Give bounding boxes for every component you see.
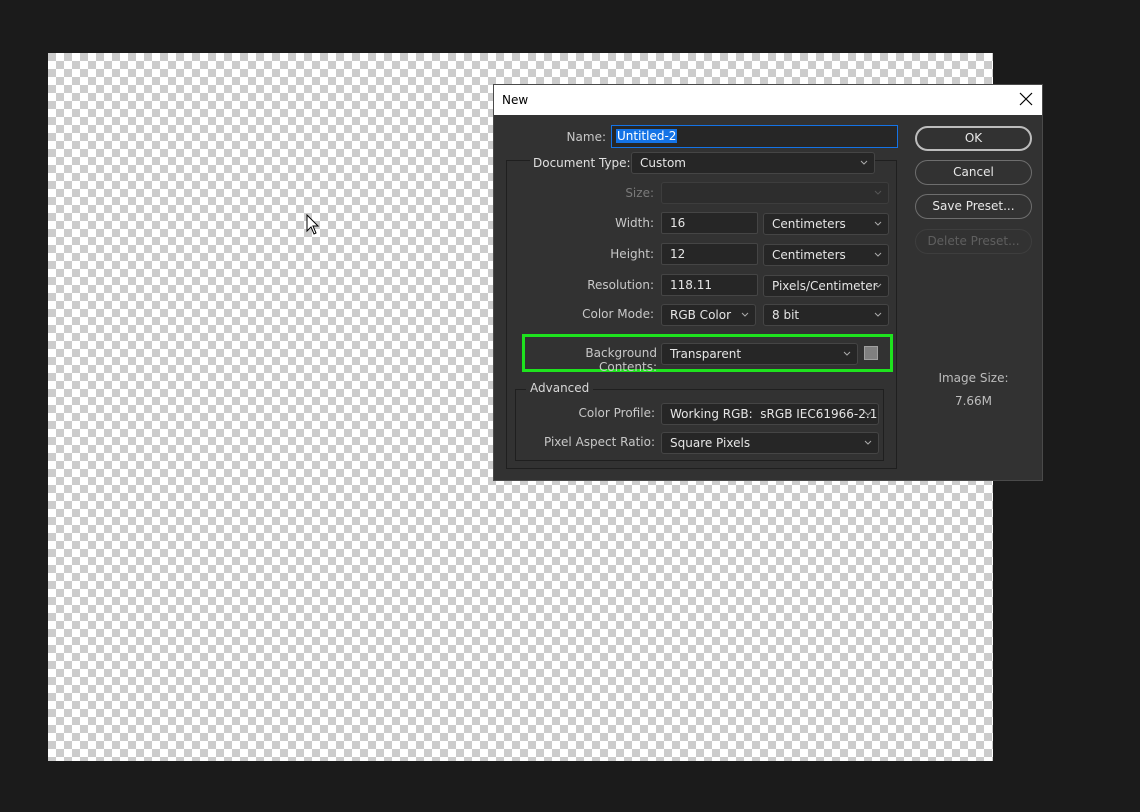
bit-depth-value: 8 bit [772, 308, 800, 322]
new-document-dialog: New Name: Untitled-2 Document Type: Cust… [493, 84, 1043, 481]
height-unit-value: Centimeters [772, 248, 846, 262]
width-value: 16 [670, 216, 686, 230]
dialog-title: New [502, 93, 529, 107]
resolution-label: Resolution: [587, 278, 654, 292]
name-input[interactable]: Untitled-2 [611, 125, 898, 148]
background-contents-label: Background Contents: [585, 346, 657, 374]
size-select [661, 182, 889, 204]
color-profile-select[interactable]: Working RGB: sRGB IEC61966-2.1 [661, 403, 879, 425]
name-label: Name: [566, 130, 606, 144]
width-input[interactable]: 16 [661, 212, 758, 234]
mouse-cursor-icon [306, 214, 320, 235]
chevron-down-icon [864, 440, 872, 445]
name-value: Untitled-2 [616, 129, 678, 143]
close-icon[interactable] [1018, 90, 1034, 108]
color-mode-select[interactable]: RGB Color [661, 304, 756, 326]
height-label: Height: [610, 247, 654, 261]
chevron-down-icon [874, 312, 882, 317]
chevron-down-icon [741, 312, 749, 317]
width-unit-value: Centimeters [772, 217, 846, 231]
chevron-down-icon [874, 190, 882, 195]
color-mode-label: Color Mode: [582, 307, 654, 321]
document-type-label: Document Type: [530, 156, 634, 170]
resolution-unit-select[interactable]: Pixels/Centimeter [763, 275, 889, 297]
save-preset-button[interactable]: Save Preset... [915, 194, 1032, 219]
background-contents-value: Transparent [670, 347, 742, 361]
chevron-down-icon [874, 283, 882, 288]
resolution-input[interactable]: 118.11 [661, 274, 758, 296]
color-profile-value: Working RGB: sRGB IEC61966-2.1 [670, 407, 878, 421]
advanced-title: Advanced [526, 381, 594, 395]
color-mode-value: RGB Color [670, 308, 732, 322]
chevron-down-icon [843, 351, 851, 356]
height-unit-select[interactable]: Centimeters [763, 244, 889, 266]
resolution-unit-value: Pixels/Centimeter [772, 279, 878, 293]
width-unit-select[interactable]: Centimeters [763, 213, 889, 235]
height-input[interactable]: 12 [661, 243, 758, 265]
pixel-aspect-ratio-label: Pixel Aspect Ratio: [544, 435, 655, 449]
dialog-titlebar[interactable]: New [494, 85, 1042, 115]
background-color-swatch[interactable] [864, 346, 878, 360]
document-type-value: Custom [640, 156, 686, 170]
image-size-value: 7.66M [954, 394, 993, 408]
size-label: Size: [625, 186, 654, 200]
cancel-button[interactable]: Cancel [915, 160, 1032, 185]
pixel-aspect-ratio-select[interactable]: Square Pixels [661, 432, 879, 454]
background-contents-select[interactable]: Transparent [661, 343, 858, 365]
chevron-down-icon [874, 221, 882, 226]
ok-button[interactable]: OK [915, 126, 1032, 151]
chevron-down-icon [860, 160, 868, 165]
delete-preset-button: Delete Preset... [915, 229, 1032, 254]
width-label: Width: [615, 216, 654, 230]
pixel-aspect-ratio-value: Square Pixels [670, 436, 751, 450]
chevron-down-icon [864, 411, 872, 416]
document-type-select[interactable]: Custom [631, 152, 875, 174]
resolution-value: 118.11 [670, 278, 712, 292]
image-size-label: Image Size: [938, 371, 1009, 385]
color-profile-label: Color Profile: [578, 406, 656, 420]
chevron-down-icon [874, 252, 882, 257]
bit-depth-select[interactable]: 8 bit [763, 304, 889, 326]
height-value: 12 [670, 247, 686, 261]
